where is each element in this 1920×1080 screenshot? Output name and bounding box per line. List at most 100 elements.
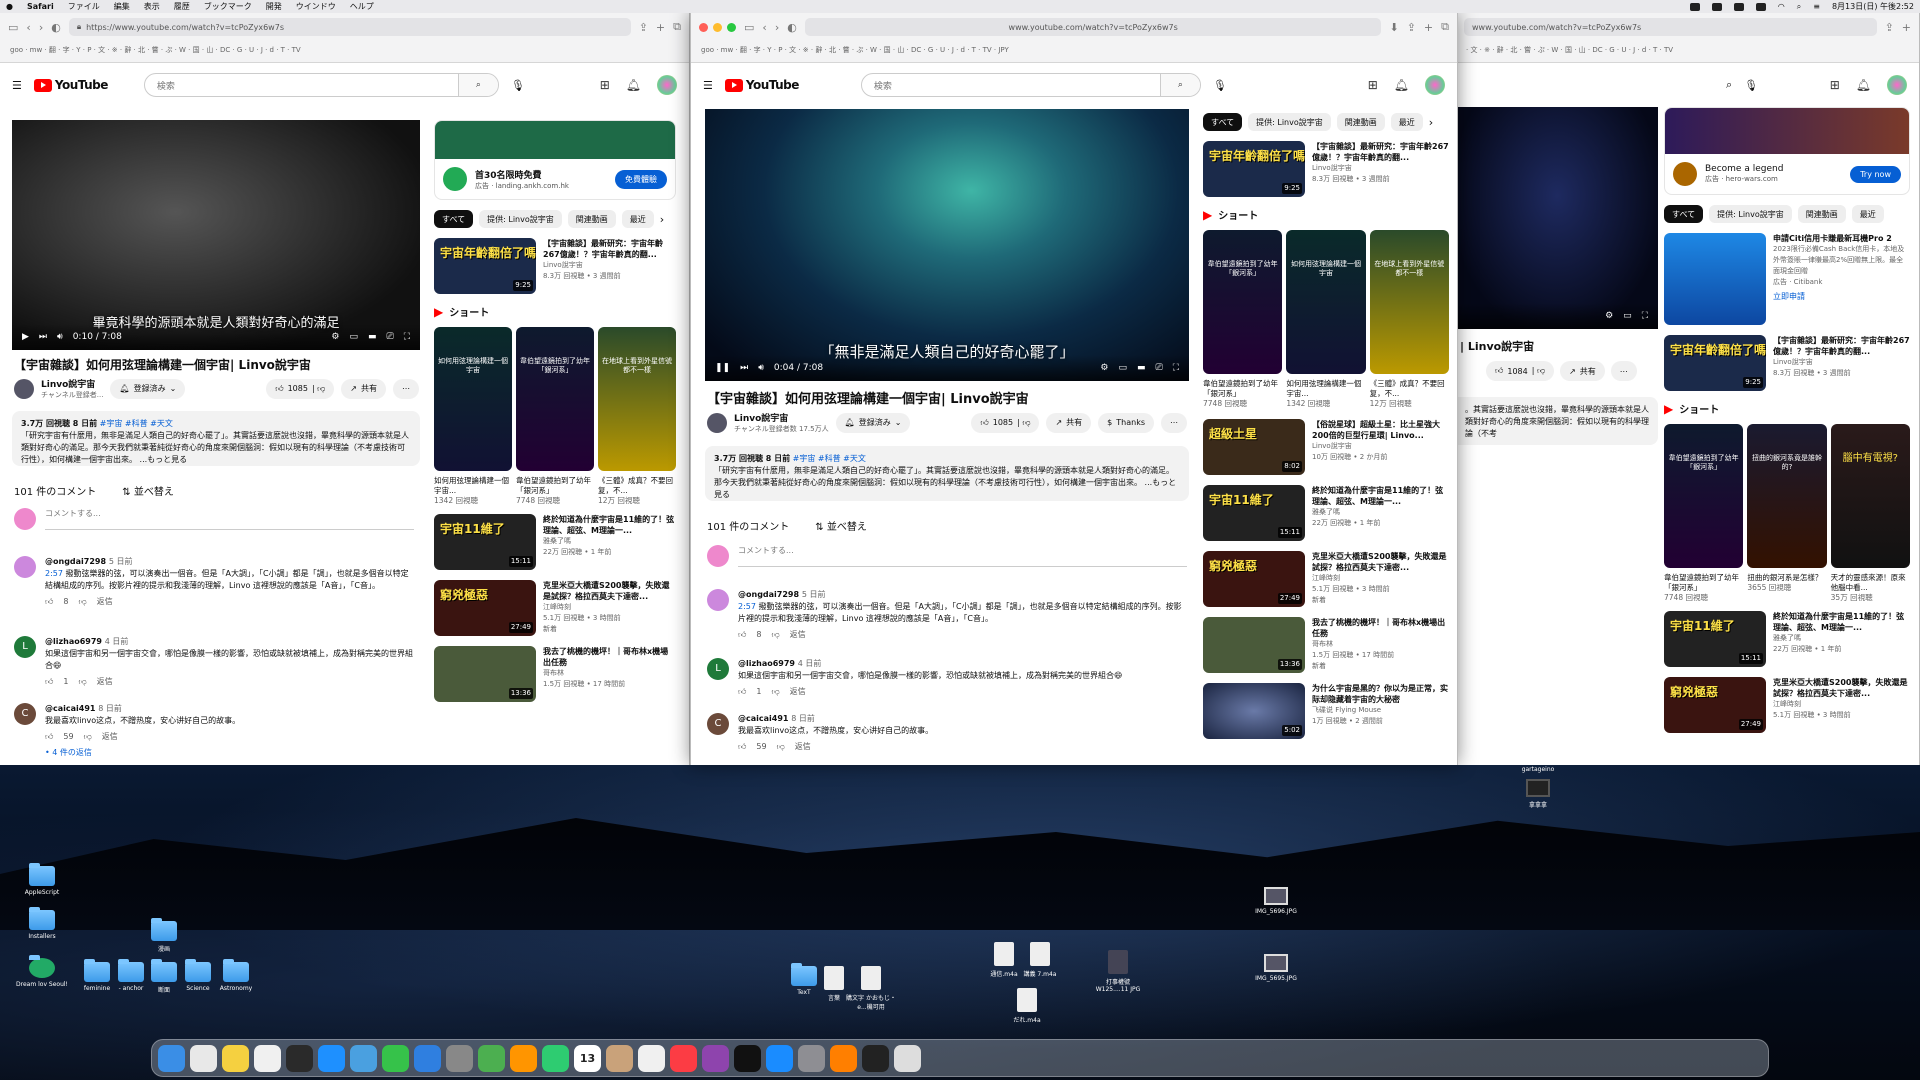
status-icon[interactable] <box>1711 2 1722 11</box>
short-item[interactable]: 在地球上看到外星信號 都不一樣 《三體》成真？不要回复，不... 12万 回視聴 <box>598 327 676 506</box>
hashtags[interactable]: #宇宙 #科普 #天文 <box>793 454 866 463</box>
messages-icon[interactable] <box>382 1044 409 1072</box>
recommended-video[interactable]: 窮兇極惡 27:49 克里米亞大橋遭S200襲擊，失敗還是試探？格拉西莫夫下達密.… <box>1664 677 1910 733</box>
avatar[interactable] <box>1425 75 1445 95</box>
menu-app-name[interactable]: Safari <box>27 2 54 11</box>
preview-icon[interactable] <box>350 1044 377 1072</box>
desktop-file[interactable]: 打事權號 W125....11 JPG <box>1090 950 1146 993</box>
desktop-folder[interactable]: Installers <box>14 907 70 940</box>
comment-user[interactable]: @caicai491 8 日前 <box>738 713 933 725</box>
subscribe-button[interactable]: 🔔︎ 登録済み ⌄ <box>110 378 186 399</box>
reply-button[interactable]: 返信 <box>790 629 806 641</box>
tabs-icon[interactable]: ⧉ <box>1441 20 1449 34</box>
recommended-video[interactable]: 宇宙年齡翻倍了嗎 9:25 【宇宙雜談】最新研究：宇宙年齡267億歲！？宇宙年齡真… <box>434 238 676 294</box>
chevron-right-icon[interactable]: › <box>660 213 664 226</box>
recommended-video[interactable]: 宇宙11維了 15:11 終於知道為什麼宇宙是11維的了！弦理論、超弦、M理論一.… <box>1203 485 1449 541</box>
video-thumbnail[interactable]: 窮兇極惡 27:49 <box>1203 551 1305 607</box>
fullscreen-icon[interactable]: ⛶ <box>1642 311 1648 321</box>
desktop-file[interactable]: 講義 7.m4a <box>1012 942 1068 978</box>
settings-icon[interactable]: ⚙ <box>331 332 339 342</box>
recommended-video[interactable]: 超級土星 8:02 【俗說星球】超級土星：比土星強大200倍的巨型行星環| Lin… <box>1203 419 1449 475</box>
next-icon[interactable]: ⏭ <box>39 332 47 342</box>
ad-card[interactable]: Become a legend 広告 · hero-wars.com Try no… <box>1664 107 1910 195</box>
chip-related[interactable]: 関連動画 <box>1336 113 1385 131</box>
video-player[interactable]: 「無非是滿足人類自己的好奇心罷了」 ❚❚ ⏭ 🔊︎ 0:04 / 7:08 ⚙ ▭ ▬ ⎚… <box>705 109 1189 381</box>
chip-channel[interactable]: 提供: Linvo說宇宙 <box>1248 113 1331 131</box>
dislike-icon[interactable]: 👎︎ <box>78 596 86 608</box>
ad-card[interactable]: 首30名限時免費 広告 · landing.ankh.com.hk 免費體驗 <box>434 120 676 200</box>
chip-all[interactable]: すべて <box>1203 113 1243 131</box>
notes-icon[interactable] <box>222 1044 249 1072</box>
search-button[interactable]: ⌕ <box>457 74 498 96</box>
recommended-video[interactable]: 13:36 我去了桃機的機坪！｜哥布林x機場出任務 哥布林 1.5万 回視聴 • 1… <box>434 646 676 702</box>
reply-button[interactable]: 返信 <box>97 676 113 688</box>
create-icon[interactable]: ⊞ <box>1368 78 1378 92</box>
video-thumbnail[interactable]: 13:36 <box>434 646 536 702</box>
ad-cta-button[interactable]: 立即申請 <box>1773 291 1910 302</box>
address-bar[interactable]: 🔒︎ https://www.youtube.com/watch?v=tcPoZy… <box>68 18 631 36</box>
share-button[interactable]: ↗ 共有 <box>341 378 386 399</box>
video-thumbnail[interactable]: 窮兇極惡 27:49 <box>434 580 536 636</box>
cast-icon[interactable]: ⎚ <box>386 332 393 342</box>
settings-icon[interactable]: ⚙ <box>1100 363 1108 373</box>
reply-button[interactable]: 返信 <box>790 686 806 698</box>
channel-avatar[interactable] <box>14 378 34 399</box>
forward-icon[interactable]: › <box>39 21 43 34</box>
theater-icon[interactable]: ▬ <box>368 332 377 342</box>
more-button[interactable]: ⋯ <box>1161 412 1187 433</box>
more-button[interactable]: ⋯ <box>1610 361 1637 381</box>
description-box[interactable]: 3.7万 回視聴 8 日前 #宇宙 #科普 #天文 「研究宇宙有什麼用，無非是滿… <box>12 411 420 466</box>
video-thumbnail[interactable]: 宇宙11維了 15:11 <box>434 514 536 570</box>
comment-input[interactable]: コメントする... <box>738 545 1187 567</box>
short-item[interactable]: 韋伯望遠鏡拍到了幼年「銀河系」 韋伯望遠鏡拍到了幼年「銀河系」 7748 回視聴 <box>516 327 594 506</box>
desktop-item[interactable]: Dream lov Seoul! <box>14 955 70 988</box>
chip-recent[interactable]: 最近 <box>621 210 654 228</box>
thanks-button[interactable]: $ Thanks <box>1098 412 1154 433</box>
chip-recent[interactable]: 最近 <box>1390 113 1423 131</box>
replies-toggle[interactable]: • 4 件の返信 <box>45 747 240 759</box>
like-button[interactable]: 👍︎ 1085 | 👎︎ <box>971 412 1040 433</box>
create-icon[interactable]: ⊞ <box>600 78 610 92</box>
comment-user[interactable]: @ongdai7298 5 日前 <box>45 556 414 568</box>
launchpad-icon[interactable] <box>190 1044 217 1072</box>
reminders-icon[interactable] <box>638 1044 665 1072</box>
recommended-video[interactable]: 13:36 我去了桃機的機坪！｜哥布林x機場出任務 哥布林 1.5万 回視聴 • 1… <box>1203 617 1449 673</box>
short-item[interactable]: 扭曲的銀河系竟是誰幹的? 扭曲的銀河系是怎樣？ 3655 回視聴 <box>1747 424 1827 603</box>
search-input[interactable]: 検索 <box>145 79 458 92</box>
avatar[interactable] <box>1887 75 1907 95</box>
settings-icon[interactable] <box>798 1044 825 1072</box>
reply-button[interactable]: 返信 <box>97 596 113 608</box>
search-icon[interactable]: ⌕ <box>1797 2 1801 12</box>
bell-icon[interactable]: 🔔︎ <box>626 78 641 92</box>
video-thumbnail[interactable]: 宇宙年齡翻倍了嗎 9:25 <box>1664 335 1766 391</box>
short-item[interactable]: 如何用弦理論構建一個宇宙 如何用弦理論構建一個宇宙... 1342 回視聴 <box>434 327 512 506</box>
scripts-icon[interactable] <box>446 1044 473 1072</box>
cast-icon[interactable]: ⎚ <box>1155 363 1162 373</box>
sidebar-icon[interactable]: ▭ <box>8 21 18 34</box>
menubar-clock[interactable]: 8月13日(日) 午後2:52 <box>1832 1 1914 12</box>
podcasts-icon[interactable] <box>702 1044 729 1072</box>
new-tab-icon[interactable]: + <box>1902 21 1911 34</box>
mic-icon[interactable]: 🎙︎ <box>1213 79 1227 92</box>
dislike-icon[interactable]: 👎︎ <box>777 741 785 753</box>
bell-icon[interactable]: 🔔︎ <box>1856 78 1871 92</box>
finder-icon[interactable] <box>158 1044 185 1072</box>
subscribe-button[interactable]: 🔔︎ 登録済み ⌄ <box>835 412 911 433</box>
channel-name[interactable]: Linvo說宇宙 <box>734 411 829 424</box>
maps-icon[interactable] <box>478 1044 505 1072</box>
back-icon[interactable]: ‹ <box>762 21 766 34</box>
timestamp-link[interactable]: 2:57 <box>738 602 756 611</box>
search-button[interactable]: ⌕ <box>1159 74 1200 96</box>
video-thumbnail[interactable]: 宇宙11維了 15:11 <box>1203 485 1305 541</box>
video-player[interactable]: ⚙ ▭ ⛶ <box>1456 107 1658 329</box>
short-item[interactable]: 腦中有電視? 天才的靈感來源！原來他腦中看... 35万 回視聴 <box>1830 424 1910 603</box>
menu-window[interactable]: ウインドウ <box>296 1 336 12</box>
description-box[interactable]: 。其實話要這麼說也沒錯，畢竟科學的源頭本就是人類對好奇心的角度來開個腦洞：假如以… <box>1456 397 1658 445</box>
like-button[interactable]: 👍︎ 1084 | 👎︎ <box>1486 361 1555 381</box>
short-item[interactable]: 在地球上看到外星信號 都不一樣 《三體》成真？不要回复，不... 12万 回視聴 <box>1369 230 1449 409</box>
menu-icon[interactable]: ☰ <box>703 79 713 92</box>
recommended-video[interactable]: 窮兇極惡 27:49 克里米亞大橋遭S200襲擊，失敗還是試探？格拉西莫夫下達密.… <box>434 580 676 636</box>
desktop-drive[interactable]: gartageino 拿拿拿 <box>1510 766 1566 809</box>
dislike-icon[interactable]: 👎︎ <box>78 676 86 688</box>
terminal-icon[interactable] <box>862 1044 889 1072</box>
